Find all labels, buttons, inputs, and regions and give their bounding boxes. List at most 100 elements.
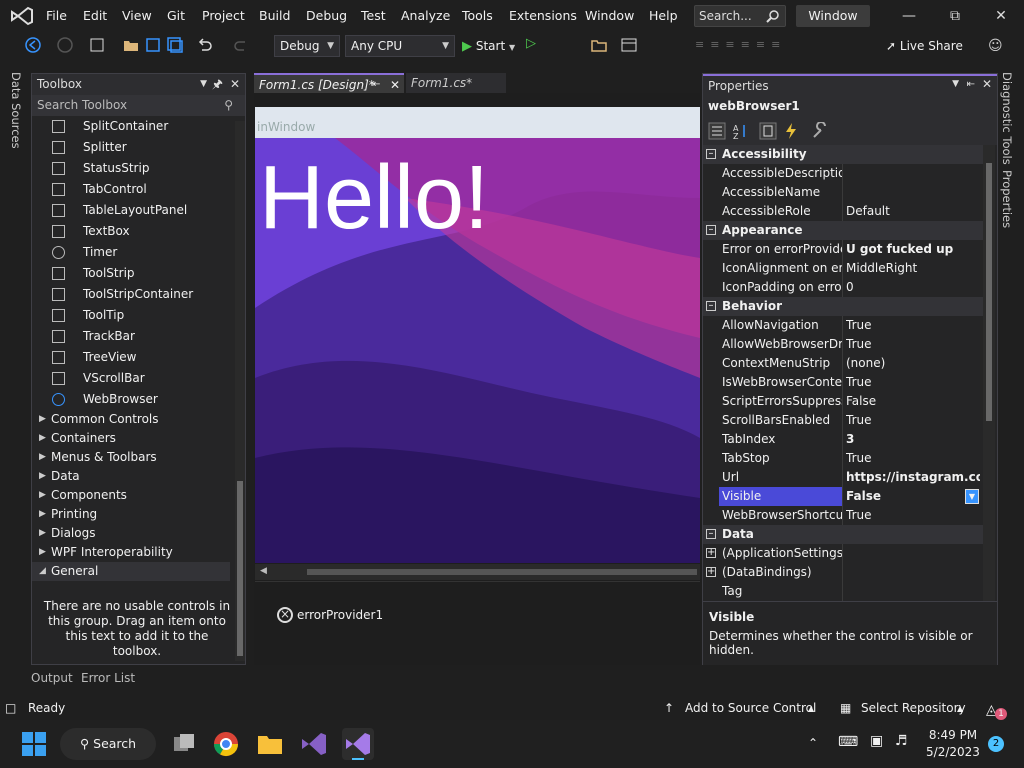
pin-icon[interactable]: 🖈 bbox=[212, 74, 223, 95]
property-value[interactable]: (none) bbox=[846, 354, 980, 373]
form-window[interactable]: inWindow Hello! bbox=[255, 107, 700, 563]
data-sources-tab[interactable]: Data Sources bbox=[9, 72, 23, 149]
collapse-icon[interactable]: – bbox=[706, 529, 716, 539]
chrome-icon[interactable] bbox=[210, 728, 242, 760]
property-row[interactable]: Tag bbox=[703, 582, 983, 601]
network-icon[interactable]: ▣ bbox=[870, 733, 883, 749]
properties-scrollbar[interactable] bbox=[983, 145, 995, 601]
feedback-icon[interactable]: ☺ bbox=[988, 38, 1003, 54]
arrow-left-icon[interactable]: ◀ bbox=[260, 566, 267, 576]
properties-view-icon[interactable] bbox=[759, 122, 777, 140]
toolbox-item[interactable]: VScrollBar bbox=[32, 368, 230, 389]
clock-date[interactable]: 5/2/2023 bbox=[926, 745, 980, 759]
diagnostic-tools-tab[interactable]: Diagnostic Tools bbox=[1000, 72, 1014, 165]
property-value[interactable]: MiddleRight bbox=[846, 259, 980, 278]
property-category[interactable]: – Data bbox=[703, 525, 983, 544]
menu-view[interactable]: View bbox=[120, 0, 154, 32]
toolbox-item[interactable]: StatusStrip bbox=[32, 158, 230, 179]
property-value[interactable]: True bbox=[846, 335, 980, 354]
toolbox-category[interactable]: ▶ Menus & Toolbars bbox=[32, 448, 230, 467]
toolbox-item[interactable]: TableLayoutPanel bbox=[32, 200, 230, 221]
tab-form1-design[interactable]: Form1.cs [Design]* ⇤ ✕ bbox=[254, 73, 404, 93]
file-explorer-icon[interactable] bbox=[254, 728, 286, 760]
redo-icon[interactable] bbox=[232, 36, 250, 54]
toolbox-item[interactable]: SplitContainer bbox=[32, 116, 230, 137]
property-row[interactable]: ScriptErrorsSuppressed False bbox=[703, 392, 983, 411]
property-value[interactable]: False bbox=[846, 392, 980, 411]
property-row[interactable]: IconAlignment on erro MiddleRight bbox=[703, 259, 983, 278]
toolbox-item[interactable]: ToolStripContainer bbox=[32, 284, 230, 305]
hello-label[interactable]: Hello! bbox=[259, 143, 489, 253]
toolbox-item[interactable]: Timer bbox=[32, 242, 230, 263]
property-category[interactable]: – Appearance bbox=[703, 221, 983, 240]
property-pages-icon[interactable] bbox=[811, 122, 829, 140]
open-folder-icon[interactable] bbox=[122, 36, 140, 54]
select-repository[interactable]: Select Repository bbox=[861, 697, 966, 720]
pin-icon[interactable]: ⇤ bbox=[967, 74, 975, 95]
pin-icon[interactable]: ⇤ bbox=[372, 75, 380, 95]
toolbox-category[interactable]: ▶ Printing bbox=[32, 505, 230, 524]
visual-studio-icon[interactable] bbox=[298, 728, 330, 760]
toolbox-item[interactable]: TreeView bbox=[32, 347, 230, 368]
menu-project[interactable]: Project bbox=[200, 0, 247, 32]
property-row[interactable]: IconPadding on errorP 0 bbox=[703, 278, 983, 297]
volume-icon[interactable]: ♬ bbox=[895, 733, 908, 749]
object-selector[interactable]: webBrowser1 System.Windows.Forms.WebBrow… bbox=[703, 95, 997, 135]
live-share-button[interactable]: ➚ Live Share bbox=[886, 34, 963, 58]
property-row[interactable]: IsWebBrowserContextI True bbox=[703, 373, 983, 392]
toolbox-category[interactable]: ▶ Dialogs bbox=[32, 524, 230, 543]
scrollbar-thumb[interactable] bbox=[986, 163, 992, 421]
minimize-icon[interactable]: — bbox=[886, 0, 932, 32]
tab-form1-code[interactable]: Form1.cs* bbox=[406, 73, 506, 93]
property-value[interactable]: True bbox=[846, 449, 980, 468]
close-icon[interactable]: ✕ bbox=[390, 75, 400, 95]
toolbox-category[interactable]: ▶ Components bbox=[32, 486, 230, 505]
property-value[interactable]: True bbox=[846, 411, 980, 430]
property-value[interactable]: U got fucked up bbox=[846, 240, 980, 259]
forward-icon[interactable] bbox=[56, 36, 74, 54]
dropdown-button[interactable]: ▼ bbox=[965, 489, 979, 504]
toolbox-item[interactable]: Splitter bbox=[32, 137, 230, 158]
toolbox-category[interactable]: ▶ Containers bbox=[32, 429, 230, 448]
toolbox-item[interactable]: WebBrowser bbox=[32, 389, 230, 410]
menu-window[interactable]: Window bbox=[583, 0, 636, 32]
toolbox-category[interactable]: ◢ General bbox=[32, 562, 230, 581]
keyboard-icon[interactable]: ⌨ bbox=[838, 734, 858, 750]
property-value[interactable]: 0 bbox=[846, 278, 980, 297]
tab-output[interactable]: Output bbox=[31, 671, 73, 685]
close-icon[interactable]: ✕ bbox=[978, 0, 1024, 32]
collapse-icon[interactable]: – bbox=[706, 301, 716, 311]
toolbox-search-input[interactable]: Search Toolbox ⚲ bbox=[32, 95, 245, 116]
restore-icon[interactable]: ⧉ bbox=[932, 0, 978, 32]
start-without-debugging-icon[interactable]: ▷ bbox=[526, 36, 536, 51]
events-icon[interactable] bbox=[782, 122, 800, 140]
taskbar-search[interactable]: ⚲ Search bbox=[60, 728, 156, 760]
back-icon[interactable] bbox=[24, 36, 42, 54]
menu-build[interactable]: Build bbox=[257, 0, 292, 32]
menu-analyze[interactable]: Analyze bbox=[399, 0, 452, 32]
alignment-tools[interactable]: ≡≡≡≡≡≡ bbox=[695, 38, 825, 52]
property-value-input[interactable]: False bbox=[846, 487, 980, 506]
toolbox-item[interactable]: ToolTip bbox=[32, 305, 230, 326]
property-row[interactable]: ScrollBarsEnabled True bbox=[703, 411, 983, 430]
scrollbar-thumb[interactable] bbox=[237, 481, 243, 656]
property-row[interactable]: Error on errorProvider1 U got fucked up bbox=[703, 240, 983, 259]
toolbox-item[interactable]: TabControl bbox=[32, 179, 230, 200]
chevron-down-icon[interactable]: ▼ bbox=[200, 74, 207, 95]
toolbox-item[interactable]: ToolStrip bbox=[32, 263, 230, 284]
property-row[interactable]: + (DataBindings) bbox=[703, 563, 983, 582]
designer-horizontal-scrollbar[interactable]: ◀ bbox=[255, 564, 700, 580]
layout-icon[interactable] bbox=[620, 36, 638, 54]
property-row[interactable]: AllowNavigation True bbox=[703, 316, 983, 335]
property-value[interactable]: 3 bbox=[846, 430, 980, 449]
windows-start-icon[interactable] bbox=[18, 728, 50, 760]
property-row[interactable]: ContextMenuStrip (none) bbox=[703, 354, 983, 373]
search-box[interactable]: Search... bbox=[694, 5, 786, 27]
tab-error-list[interactable]: Error List bbox=[81, 671, 135, 685]
undo-icon[interactable] bbox=[196, 36, 214, 54]
property-value[interactable]: True bbox=[846, 316, 980, 335]
start-button[interactable]: ▶ Start ▼ bbox=[462, 34, 515, 58]
property-value[interactable]: https://instagram.com/t bbox=[846, 468, 980, 487]
property-row[interactable]: AccessibleName bbox=[703, 183, 983, 202]
toolbox-category[interactable]: ▶ WPF Interoperability bbox=[32, 543, 230, 562]
